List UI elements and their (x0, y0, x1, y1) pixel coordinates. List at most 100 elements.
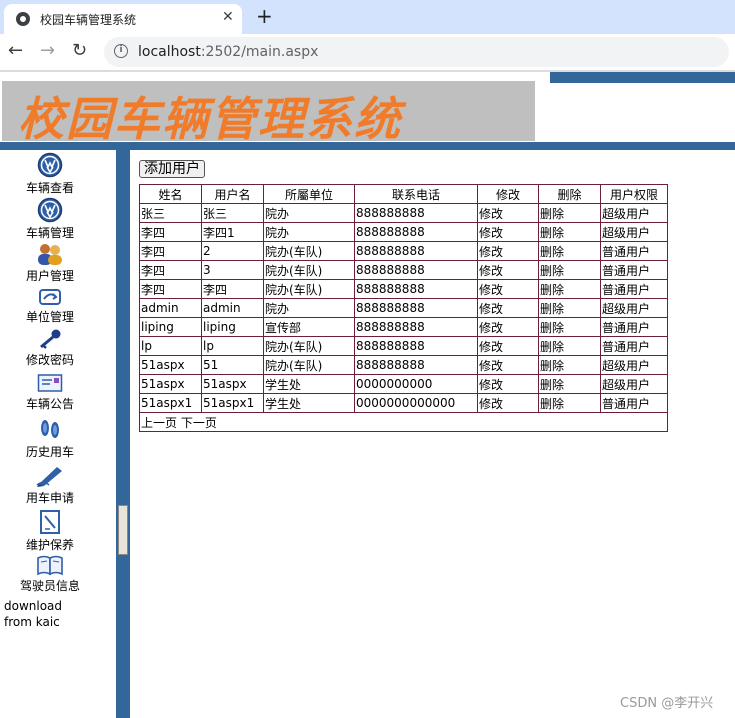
sidebar-item-change-password[interactable]: 修改密码 (0, 328, 100, 368)
delete-link[interactable]: 删除 (538, 279, 601, 299)
cell-name: 李四 (139, 260, 202, 280)
frame-splitter (116, 150, 130, 718)
new-tab-button[interactable]: + (256, 4, 273, 28)
add-user-button[interactable]: 添加用户 (139, 160, 205, 178)
delete-link[interactable]: 删除 (538, 241, 601, 261)
envelope-icon (37, 374, 63, 392)
reload-button[interactable]: ↻ (72, 40, 87, 61)
cell-username: 李四1 (201, 222, 264, 242)
address-bar[interactable]: i localhost:2502/main.aspx (104, 37, 729, 67)
cell-name: 李四 (139, 222, 202, 242)
edit-link[interactable]: 修改 (477, 203, 539, 223)
info-icon[interactable]: i (114, 44, 128, 58)
cell-name: liping (139, 317, 202, 337)
sidebar-item-label: 车辆查看 (25, 181, 74, 195)
cell-role: 普通用户 (600, 260, 668, 280)
csdn-watermark: CSDN @李开兴 (620, 696, 714, 711)
forward-button[interactable]: → (40, 40, 55, 61)
table-row: 李四 李四1 院办 888888888 修改 删除 超级用户 (139, 222, 668, 242)
column-header: 联系电话 (354, 184, 478, 204)
table-row: 51aspx 51 院办(车队) 888888888 修改 删除 超级用户 (139, 355, 668, 375)
sidebar-item-vehicle-view[interactable]: 车辆查看 (0, 152, 100, 196)
cell-username: liping (201, 317, 264, 337)
edit-link[interactable]: 修改 (477, 298, 539, 318)
pager-row: 上一页 下一页 (139, 412, 668, 432)
next-page-link[interactable]: 下一页 (181, 416, 217, 430)
delete-link[interactable]: 删除 (538, 336, 601, 356)
edit-link[interactable]: 修改 (477, 355, 539, 375)
back-button[interactable]: ← (8, 40, 23, 61)
sidebar-item-vehicle-request[interactable]: 用车申请 (0, 464, 100, 506)
table-row: admin admin 院办 888888888 修改 删除 超级用户 (139, 298, 668, 318)
sidebar-item-label: 历史用车 (25, 445, 74, 459)
browser-tab-strip: 校园车辆管理系统 ✕ + (0, 0, 735, 34)
sidebar-item-label: 用车申请 (25, 491, 74, 505)
cell-name: 李四 (139, 241, 202, 261)
edit-link[interactable]: 修改 (477, 222, 539, 242)
edit-link[interactable]: 修改 (477, 336, 539, 356)
cell-name: 51aspx1 (139, 393, 202, 413)
cell-phone: 0000000000 (354, 374, 478, 394)
sidebar-item-label: 单位管理 (25, 310, 74, 324)
cell-phone: 888888888 (354, 222, 478, 242)
close-tab-icon[interactable]: ✕ (222, 9, 234, 25)
browser-toolbar: ← → ↻ i localhost:2502/main.aspx (0, 34, 735, 70)
cell-phone: 888888888 (354, 241, 478, 261)
cell-unit: 学生处 (263, 393, 355, 413)
header-divider-bar (0, 142, 735, 150)
cell-username: 2 (201, 241, 264, 261)
delete-link[interactable]: 删除 (538, 317, 601, 337)
delete-link[interactable]: 删除 (538, 374, 601, 394)
column-header: 姓名 (139, 184, 202, 204)
sidebar-item-unit-manage[interactable]: 单位管理 (0, 287, 100, 325)
sidebar-item-maintenance[interactable]: 维护保养 (0, 509, 100, 553)
sidebar-item-driver-info[interactable]: 驾驶员信息 (0, 554, 100, 594)
sidebar-item-user-manage[interactable]: 用户管理 (0, 242, 100, 284)
cell-role: 普通用户 (600, 241, 668, 261)
cell-name: lp (139, 336, 202, 356)
cell-role: 普通用户 (600, 336, 668, 356)
edit-link[interactable]: 修改 (477, 374, 539, 394)
delete-link[interactable]: 删除 (538, 393, 601, 413)
edit-link[interactable]: 修改 (477, 317, 539, 337)
table-row: 张三 张三 院办 888888888 修改 删除 超级用户 (139, 203, 668, 223)
page-header: 校园车辆管理系统 (0, 72, 735, 152)
delete-link[interactable]: 删除 (538, 355, 601, 375)
pen-icon (36, 467, 62, 487)
browser-tab[interactable]: 校园车辆管理系统 ✕ (4, 4, 242, 34)
column-header: 所屬单位 (263, 184, 355, 204)
delete-link[interactable]: 删除 (538, 203, 601, 223)
edit-link[interactable]: 修改 (477, 279, 539, 299)
cell-name: 张三 (139, 203, 202, 223)
table-row: lp lp 院办(车队) 888888888 修改 删除 普通用户 (139, 336, 668, 356)
cell-username: lp (201, 336, 264, 356)
cell-role: 普通用户 (600, 393, 668, 413)
table-row: 李四 2 院办(车队) 888888888 修改 删除 普通用户 (139, 241, 668, 261)
sidebar-item-usage-history[interactable]: 历史用车 (0, 416, 100, 460)
sidebar-item-vehicle-notice[interactable]: 车辆公告 (0, 372, 100, 412)
table-row: liping liping 宣传部 888888888 修改 删除 普通用户 (139, 317, 668, 337)
cell-username: 李四 (201, 279, 264, 299)
cell-role: 超级用户 (600, 203, 668, 223)
collapse-sidebar-handle[interactable] (118, 505, 128, 555)
cell-role: 普通用户 (600, 317, 668, 337)
cell-unit: 院办 (263, 203, 355, 223)
edit-link[interactable]: 修改 (477, 393, 539, 413)
sidebar-item-vehicle-manage[interactable]: 车辆管理 (0, 197, 100, 241)
pager-cell: 上一页 下一页 (139, 412, 668, 432)
cell-phone: 888888888 (354, 279, 478, 299)
cell-unit: 学生处 (263, 374, 355, 394)
url-host: localhost (138, 44, 201, 60)
edit-link[interactable]: 修改 (477, 260, 539, 280)
delete-link[interactable]: 删除 (538, 222, 601, 242)
main-content: 添加用户 姓名 用户名 所屬单位 联系电话 修改 删除 用户权限 张三 张三 院办 8… (130, 150, 735, 718)
sidebar-item-label: 维护保养 (25, 538, 74, 552)
delete-link[interactable]: 删除 (538, 260, 601, 280)
edit-link[interactable]: 修改 (477, 241, 539, 261)
prev-page-link[interactable]: 上一页 (141, 416, 177, 430)
table-header-row: 姓名 用户名 所屬单位 联系电话 修改 删除 用户权限 (139, 184, 668, 204)
download-note: download from kaic (4, 599, 63, 629)
url-path: :2502/main.aspx (200, 44, 319, 60)
cell-phone: 888888888 (354, 355, 478, 375)
delete-link[interactable]: 删除 (538, 298, 601, 318)
